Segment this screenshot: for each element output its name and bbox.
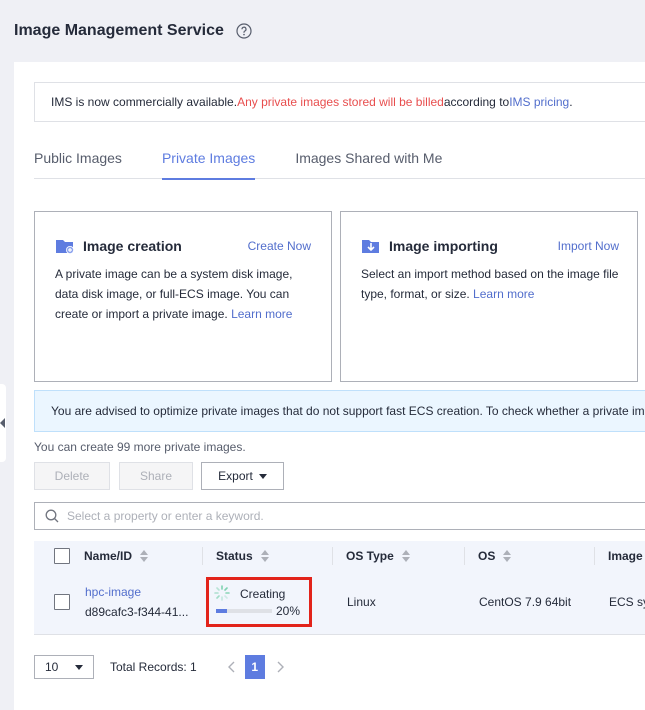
page-header: Image Management Service <box>14 20 252 42</box>
ims-pricing-link[interactable]: IMS pricing <box>509 95 569 109</box>
fast-creation-advice: You are advised to optimize private imag… <box>34 390 645 432</box>
notice-period: . <box>569 95 573 109</box>
share-button[interactable]: Share <box>119 462 193 490</box>
chevron-down-icon <box>75 664 83 670</box>
tab-public-images[interactable]: Public Images <box>34 140 122 179</box>
page-number-current[interactable]: 1 <box>244 655 265 679</box>
collapse-arrow-icon <box>0 418 5 428</box>
status-overlay: Creating 20% <box>34 541 645 635</box>
export-label: Export <box>218 469 253 483</box>
help-icon[interactable] <box>236 23 252 39</box>
search-icon <box>45 509 59 523</box>
chevron-left-icon[interactable] <box>225 660 239 674</box>
learn-more-link-creation[interactable]: Learn more <box>231 307 292 321</box>
image-creation-card: Image creation Create Now A private imag… <box>34 211 332 382</box>
notice-billing-text: Any private images stored will be billed <box>237 95 444 109</box>
import-now-link[interactable]: Import Now <box>558 239 619 253</box>
progress-fill <box>216 609 228 613</box>
page-size-select[interactable]: 10 <box>34 655 94 679</box>
image-importing-desc: Select an import method based on the ima… <box>361 264 619 304</box>
notice-text: IMS is now commercially available. <box>51 95 238 109</box>
pagination: 10 Total Records: 1 1 <box>34 655 287 679</box>
search-input[interactable] <box>67 509 645 523</box>
page-title: Image Management Service <box>14 22 224 39</box>
commercial-notice: IMS is now commercially available. Any p… <box>34 82 645 122</box>
folder-import-icon <box>362 240 379 253</box>
export-button[interactable]: Export <box>201 462 284 490</box>
total-records: Total Records: 1 <box>110 660 197 674</box>
image-tabs: Public Images Private Images Images Shar… <box>34 140 645 180</box>
loading-spinner-icon <box>214 585 230 601</box>
notice-text-2: according to <box>443 95 510 109</box>
image-importing-card: Image importing Import Now Select an imp… <box>340 211 638 382</box>
image-creation-title: Image creation <box>83 238 182 254</box>
collapse-sidebar-handle[interactable] <box>0 384 6 462</box>
image-importing-title: Image importing <box>389 238 498 254</box>
learn-more-link-importing[interactable]: Learn more <box>473 287 534 301</box>
creation-progress-bar <box>216 609 272 613</box>
tab-images-shared-with-me[interactable]: Images Shared with Me <box>295 140 442 179</box>
image-creation-desc: A private image can be a system disk ima… <box>55 264 311 324</box>
advice-text: You are advised to optimize private imag… <box>51 404 645 418</box>
delete-button[interactable]: Delete <box>34 462 110 490</box>
chevron-down-icon <box>258 473 267 479</box>
folder-add-icon <box>56 240 74 254</box>
tab-private-images[interactable]: Private Images <box>161 140 256 180</box>
page-size-value: 10 <box>45 660 59 674</box>
progress-percent: 20% <box>276 604 301 618</box>
create-now-link[interactable]: Create Now <box>248 239 311 253</box>
chevron-right-icon[interactable] <box>273 660 287 674</box>
status-text: Creating <box>240 587 286 601</box>
quota-text: You can create 99 more private images. <box>34 440 246 454</box>
search-bar[interactable] <box>34 502 645 530</box>
